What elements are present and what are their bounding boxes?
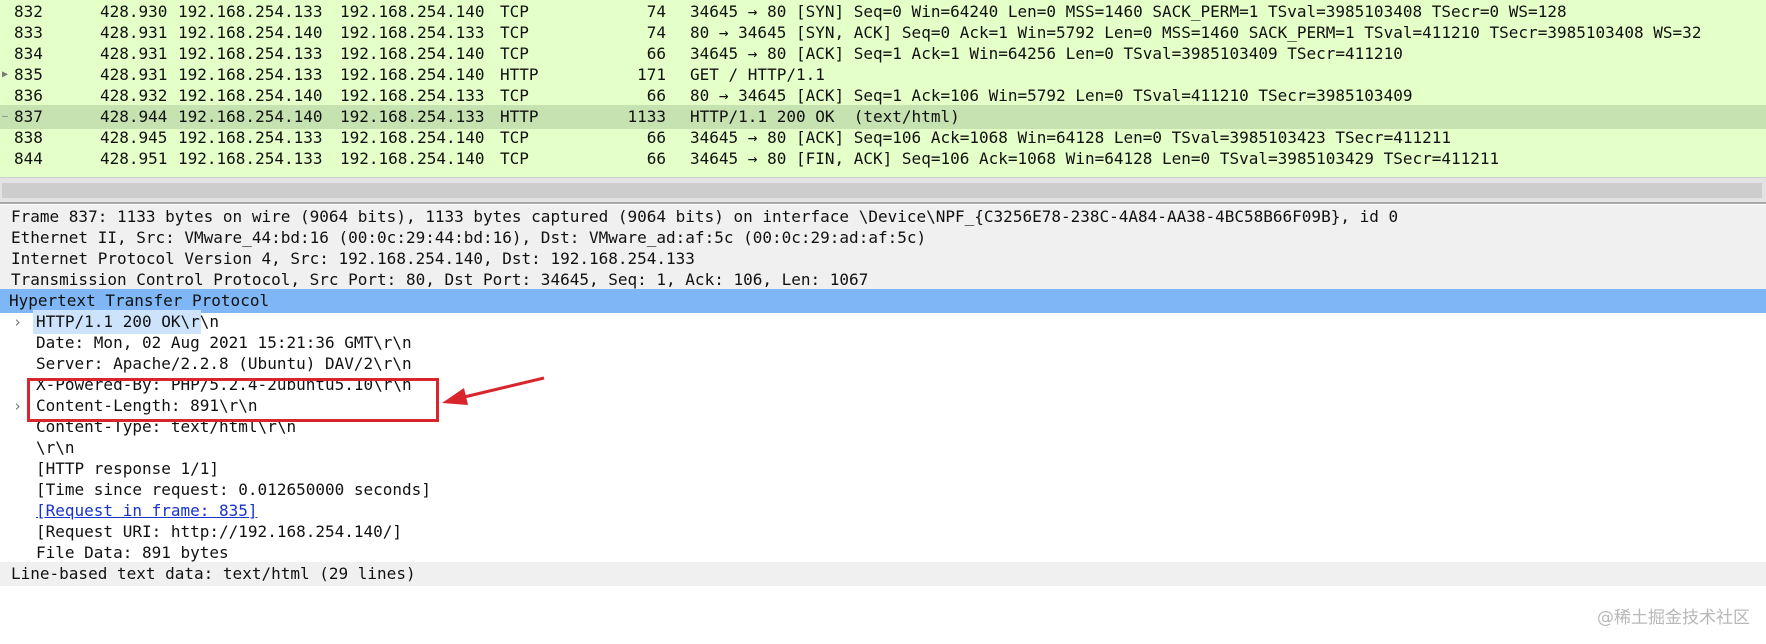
packet-info: 34645 → 80 [FIN, ACK] Seq=106 Ack=1068 W… <box>690 149 1500 168</box>
packet-no: 844 <box>14 149 43 168</box>
red-arrow-icon <box>442 376 545 405</box>
scrollbar-thumb[interactable] <box>2 183 1762 198</box>
tree-item-line-based[interactable]: Line-based text data: text/html (29 line… <box>0 562 1766 586</box>
watermark: @稀土掘金技术社区 <box>1597 608 1750 628</box>
annotation-highlight-box <box>27 378 439 422</box>
horizontal-scrollbar[interactable] <box>0 177 1766 203</box>
packet-row[interactable]: 844 428.951 192.168.254.133 192.168.254.… <box>0 147 1766 171</box>
packet-time: 428.951 <box>100 149 168 168</box>
packet-src: 192.168.254.133 <box>178 149 323 168</box>
tree-item-label: Line-based text data: text/html (29 line… <box>11 564 416 583</box>
packet-dst: 192.168.254.140 <box>340 149 485 168</box>
packet-len: 66 <box>646 149 666 168</box>
pane-splitter[interactable] <box>0 202 1766 204</box>
packet-proto: TCP <box>500 149 529 168</box>
packet-list[interactable]: 832 428.930 192.168.254.133 192.168.254.… <box>0 0 1766 180</box>
